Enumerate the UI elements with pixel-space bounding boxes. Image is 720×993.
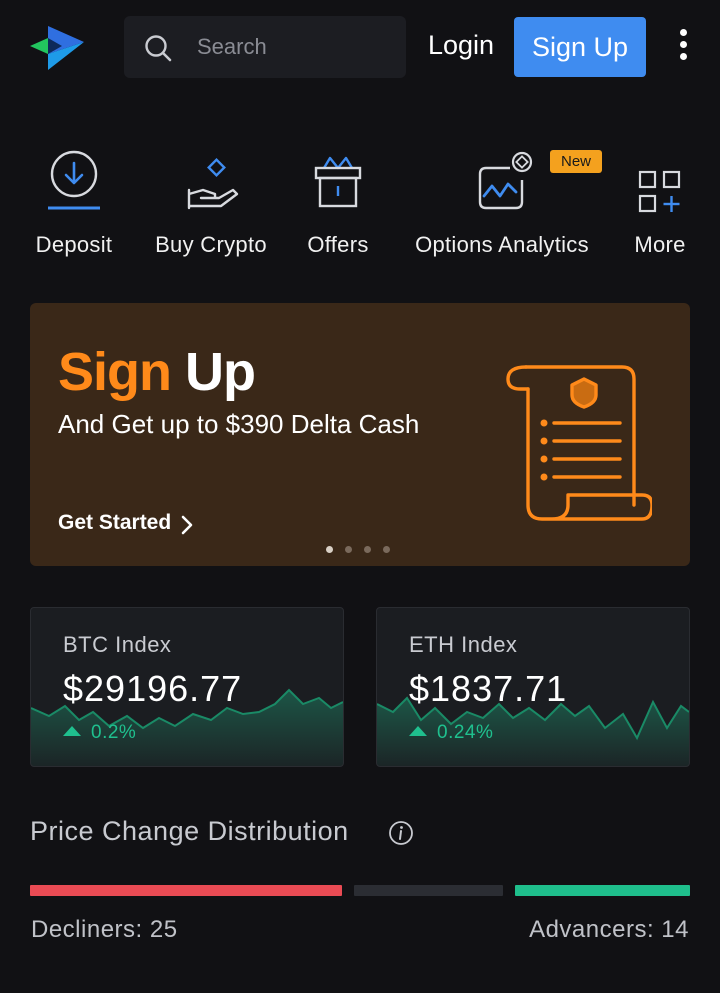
delta-logo[interactable] [28, 20, 88, 76]
btc-index-card[interactable]: BTC Index $29196.77 0.2% [30, 607, 344, 767]
index-name: ETH Index [409, 632, 518, 657]
search-bar[interactable]: Search [124, 16, 406, 78]
quick-action-label: Options Analytics [415, 232, 589, 257]
buy-crypto-icon [187, 158, 239, 210]
index-value: $29196.77 [63, 668, 243, 709]
decliners-bar [30, 885, 342, 896]
pagination-dot[interactable] [364, 546, 371, 553]
pagination-dot[interactable] [383, 546, 390, 553]
advancers-count: Advancers: 14 [529, 916, 689, 943]
gift-icon [314, 156, 362, 208]
login-link[interactable]: Login [428, 30, 494, 61]
decliners-count: Decliners: 25 [31, 916, 178, 943]
deposit-icon [48, 150, 100, 210]
index-value: $1837.71 [409, 668, 568, 709]
quick-action-deposit[interactable]: Deposit [24, 150, 124, 257]
grid-plus-icon [638, 170, 681, 213]
search-placeholder: Search [197, 34, 267, 59]
signup-button[interactable]: Sign Up [514, 17, 646, 77]
up-arrow-icon [63, 726, 81, 736]
up-arrow-icon [409, 726, 427, 736]
info-icon[interactable] [388, 820, 414, 846]
index-change: 0.24% [409, 722, 493, 744]
index-change: 0.2% [63, 722, 136, 744]
pagination-dot[interactable] [345, 546, 352, 553]
new-badge: New [550, 150, 602, 173]
quick-action-label: Deposit [35, 232, 113, 257]
banner-title: Sign Up [58, 342, 256, 402]
quick-action-offers[interactable]: Offers [298, 150, 378, 257]
section-title: Price Change Distribution [30, 816, 349, 846]
analytics-icon [478, 151, 533, 210]
banner-pagination[interactable] [326, 546, 390, 553]
signup-promo-banner[interactable]: Sign Up And Get up to $390 Delta Cash Ge… [30, 303, 690, 566]
scroll-document-icon [506, 365, 652, 521]
eth-index-card[interactable]: ETH Index $1837.71 0.24% [376, 607, 690, 767]
search-icon [145, 35, 172, 62]
chevron-right-icon [181, 515, 193, 535]
advancers-bar [515, 885, 690, 896]
top-bar: Search Login Sign Up [0, 0, 720, 95]
quick-action-buy-crypto[interactable]: Buy Crypto [146, 150, 276, 257]
quick-action-label: More [634, 232, 686, 257]
index-name: BTC Index [63, 632, 172, 657]
pagination-dot[interactable] [326, 546, 333, 553]
banner-subtitle: And Get up to $390 Delta Cash [58, 409, 420, 439]
quick-action-more[interactable]: More [624, 150, 696, 257]
get-started-link[interactable]: Get Started [58, 511, 171, 535]
more-menu-icon[interactable] [676, 29, 690, 69]
quick-action-label: Offers [307, 232, 369, 257]
neutral-bar [354, 885, 503, 896]
quick-action-label: Buy Crypto [155, 232, 267, 257]
